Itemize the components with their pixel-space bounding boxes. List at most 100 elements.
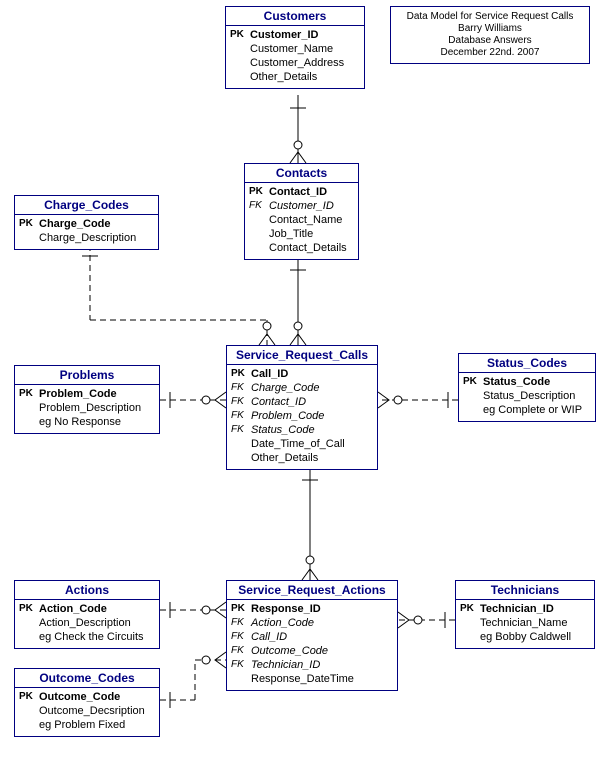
key-indicator: [231, 437, 251, 451]
meta-line: Barry Williams: [395, 23, 585, 35]
attribute-name: Date_Time_of_Call: [251, 437, 373, 451]
key-indicator: [19, 704, 39, 718]
attribute-name: Technician_ID: [251, 658, 393, 672]
key-indicator: [460, 630, 480, 644]
entity-title: Status_Codes: [459, 354, 595, 373]
attribute-name: Customer_Name: [250, 42, 360, 56]
attribute-name: Other_Details: [250, 70, 360, 84]
attribute-name: Technician_Name: [480, 616, 590, 630]
key-indicator: [19, 231, 39, 245]
attribute-name: Other_Details: [251, 451, 373, 465]
attribute-row: Response_DateTime: [231, 672, 393, 686]
attribute-row: FKTechnician_ID: [231, 658, 393, 672]
entity-body: PKOutcome_CodeOutcome_Decsriptioneg Prob…: [15, 688, 159, 736]
entity-body: PKContact_IDFKCustomer_IDContact_NameJob…: [245, 183, 358, 259]
attribute-row: PKCustomer_ID: [230, 28, 360, 42]
attribute-name: Customer_Address: [250, 56, 360, 70]
attribute-row: FKOutcome_Code: [231, 644, 393, 658]
key-indicator: [19, 415, 39, 429]
entity-body: PKTechnician_IDTechnician_Nameeg Bobby C…: [456, 600, 594, 648]
attribute-row: Other_Details: [231, 451, 373, 465]
entity-body: PKProblem_CodeProblem_Descriptioneg No R…: [15, 385, 159, 433]
key-indicator: FK: [231, 423, 251, 437]
attribute-name: Status_Code: [483, 375, 591, 389]
attribute-row: Contact_Name: [249, 213, 354, 227]
key-indicator: FK: [231, 381, 251, 395]
attribute-name: Problem_Description: [39, 401, 155, 415]
attribute-name: eg Problem Fixed: [39, 718, 155, 732]
attribute-row: Outcome_Decsription: [19, 704, 155, 718]
attribute-name: eg Complete or WIP: [483, 403, 591, 417]
attribute-name: Call_ID: [251, 367, 373, 381]
attribute-name: Response_DateTime: [251, 672, 393, 686]
entity-contacts: Contacts PKContact_IDFKCustomer_IDContac…: [244, 163, 359, 260]
attribute-row: FKStatus_Code: [231, 423, 373, 437]
key-indicator: PK: [19, 690, 39, 704]
entity-title: Problems: [15, 366, 159, 385]
attribute-name: Contact_ID: [251, 395, 373, 409]
entity-title: Customers: [226, 7, 364, 26]
key-indicator: [249, 241, 269, 255]
attribute-row: Customer_Address: [230, 56, 360, 70]
attribute-name: Charge_Code: [39, 217, 154, 231]
attribute-row: PKStatus_Code: [463, 375, 591, 389]
key-indicator: [249, 213, 269, 227]
attribute-row: Contact_Details: [249, 241, 354, 255]
entity-title: Outcome_Codes: [15, 669, 159, 688]
attribute-name: Problem_Code: [251, 409, 373, 423]
entity-title: Charge_Codes: [15, 196, 158, 215]
attribute-row: FKAction_Code: [231, 616, 393, 630]
attribute-name: Action_Code: [39, 602, 155, 616]
key-indicator: [460, 616, 480, 630]
attribute-name: Action_Description: [39, 616, 155, 630]
attribute-name: Contact_Name: [269, 213, 354, 227]
key-indicator: PK: [463, 375, 483, 389]
key-indicator: [230, 70, 250, 84]
entity-title: Technicians: [456, 581, 594, 600]
key-indicator: [463, 389, 483, 403]
attribute-row: eg Bobby Caldwell: [460, 630, 590, 644]
entity-body: PKAction_CodeAction_Descriptioneg Check …: [15, 600, 159, 648]
entity-status-codes: Status_Codes PKStatus_CodeStatus_Descrip…: [458, 353, 596, 422]
attribute-name: Contact_Details: [269, 241, 354, 255]
entity-title: Contacts: [245, 164, 358, 183]
attribute-name: Charge_Code: [251, 381, 373, 395]
attribute-row: eg Complete or WIP: [463, 403, 591, 417]
entity-outcome-codes: Outcome_Codes PKOutcome_CodeOutcome_Decs…: [14, 668, 160, 737]
attribute-name: Status_Code: [251, 423, 373, 437]
attribute-row: FKCall_ID: [231, 630, 393, 644]
key-indicator: PK: [19, 217, 39, 231]
attribute-row: Customer_Name: [230, 42, 360, 56]
entity-body: PKResponse_IDFKAction_CodeFKCall_IDFKOut…: [227, 600, 397, 690]
attribute-row: PKTechnician_ID: [460, 602, 590, 616]
entity-body: PKCharge_CodeCharge_Description: [15, 215, 158, 249]
attribute-row: PKAction_Code: [19, 602, 155, 616]
attribute-name: Customer_ID: [250, 28, 360, 42]
key-indicator: [19, 630, 39, 644]
entity-problems: Problems PKProblem_CodeProblem_Descripti…: [14, 365, 160, 434]
key-indicator: [19, 718, 39, 732]
key-indicator: PK: [19, 387, 39, 401]
attribute-name: Charge_Description: [39, 231, 154, 245]
key-indicator: FK: [231, 616, 251, 630]
attribute-name: Outcome_Decsription: [39, 704, 155, 718]
attribute-name: Customer_ID: [269, 199, 354, 213]
key-indicator: PK: [249, 185, 269, 199]
key-indicator: [230, 42, 250, 56]
entity-title: Service_Request_Calls: [227, 346, 377, 365]
meta-line: Database Answers: [395, 35, 585, 47]
key-indicator: [231, 672, 251, 686]
key-indicator: FK: [231, 658, 251, 672]
key-indicator: [19, 616, 39, 630]
attribute-row: Technician_Name: [460, 616, 590, 630]
key-indicator: FK: [231, 644, 251, 658]
entity-charge-codes: Charge_Codes PKCharge_CodeCharge_Descrip…: [14, 195, 159, 250]
attribute-row: eg No Response: [19, 415, 155, 429]
key-indicator: PK: [231, 602, 251, 616]
attribute-row: PKContact_ID: [249, 185, 354, 199]
attribute-name: eg No Response: [39, 415, 155, 429]
entity-service-request-actions: Service_Request_Actions PKResponse_IDFKA…: [226, 580, 398, 691]
entity-service-request-calls: Service_Request_Calls PKCall_IDFKCharge_…: [226, 345, 378, 470]
key-indicator: PK: [230, 28, 250, 42]
attribute-row: PKCall_ID: [231, 367, 373, 381]
